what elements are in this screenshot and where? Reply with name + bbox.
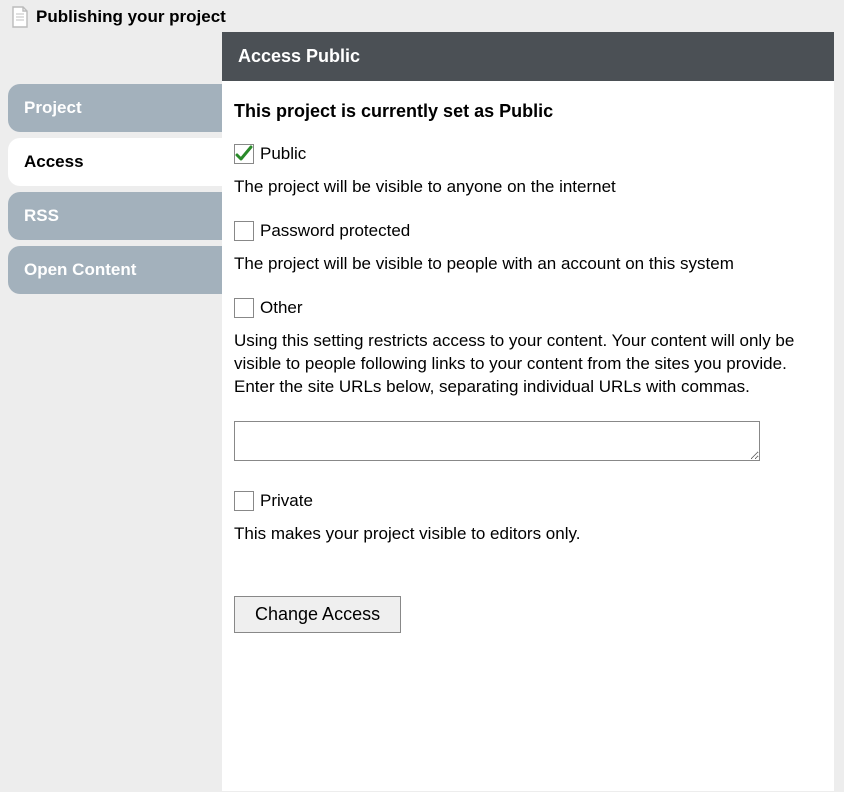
- tab-open-content[interactable]: Open Content: [8, 246, 232, 294]
- tab-label: RSS: [24, 206, 59, 225]
- panel-banner: Access Public: [222, 32, 834, 81]
- option-password-desc: The project will be visible to people wi…: [234, 253, 822, 276]
- tab-access[interactable]: Access: [8, 138, 232, 186]
- tab-label: Access: [24, 152, 84, 171]
- option-password-row: Password protected: [234, 221, 822, 241]
- main-panel: Access Public This project is currently …: [222, 32, 844, 791]
- option-public-row: Public: [234, 144, 822, 164]
- tab-rss[interactable]: RSS: [8, 192, 232, 240]
- page-header: Publishing your project: [0, 0, 844, 32]
- option-other-row: Other: [234, 298, 822, 318]
- sidebar: Project Access RSS Open Content: [0, 32, 222, 300]
- option-password-label: Password protected: [260, 221, 410, 241]
- option-public-label: Public: [260, 144, 306, 164]
- option-other-label: Other: [260, 298, 303, 318]
- document-icon: [10, 6, 30, 28]
- checkbox-password[interactable]: [234, 221, 254, 241]
- change-access-button[interactable]: Change Access: [234, 596, 401, 633]
- tab-label: Project: [24, 98, 82, 117]
- panel-body: This project is currently set as Public …: [222, 81, 834, 791]
- option-private-row: Private: [234, 491, 822, 511]
- option-private-desc: This makes your project visible to edito…: [234, 523, 822, 546]
- option-public-desc: The project will be visible to anyone on…: [234, 176, 822, 199]
- panel-banner-text: Access Public: [238, 46, 360, 66]
- tab-project[interactable]: Project: [8, 84, 232, 132]
- tab-label: Open Content: [24, 260, 136, 279]
- checkbox-other[interactable]: [234, 298, 254, 318]
- option-private-label: Private: [260, 491, 313, 511]
- panel-heading: This project is currently set as Public: [234, 101, 822, 122]
- urls-textarea[interactable]: [234, 421, 760, 461]
- page-title: Publishing your project: [36, 7, 226, 27]
- checkbox-private[interactable]: [234, 491, 254, 511]
- checkbox-public[interactable]: [234, 144, 254, 164]
- option-other-desc: Using this setting restricts access to y…: [234, 330, 822, 399]
